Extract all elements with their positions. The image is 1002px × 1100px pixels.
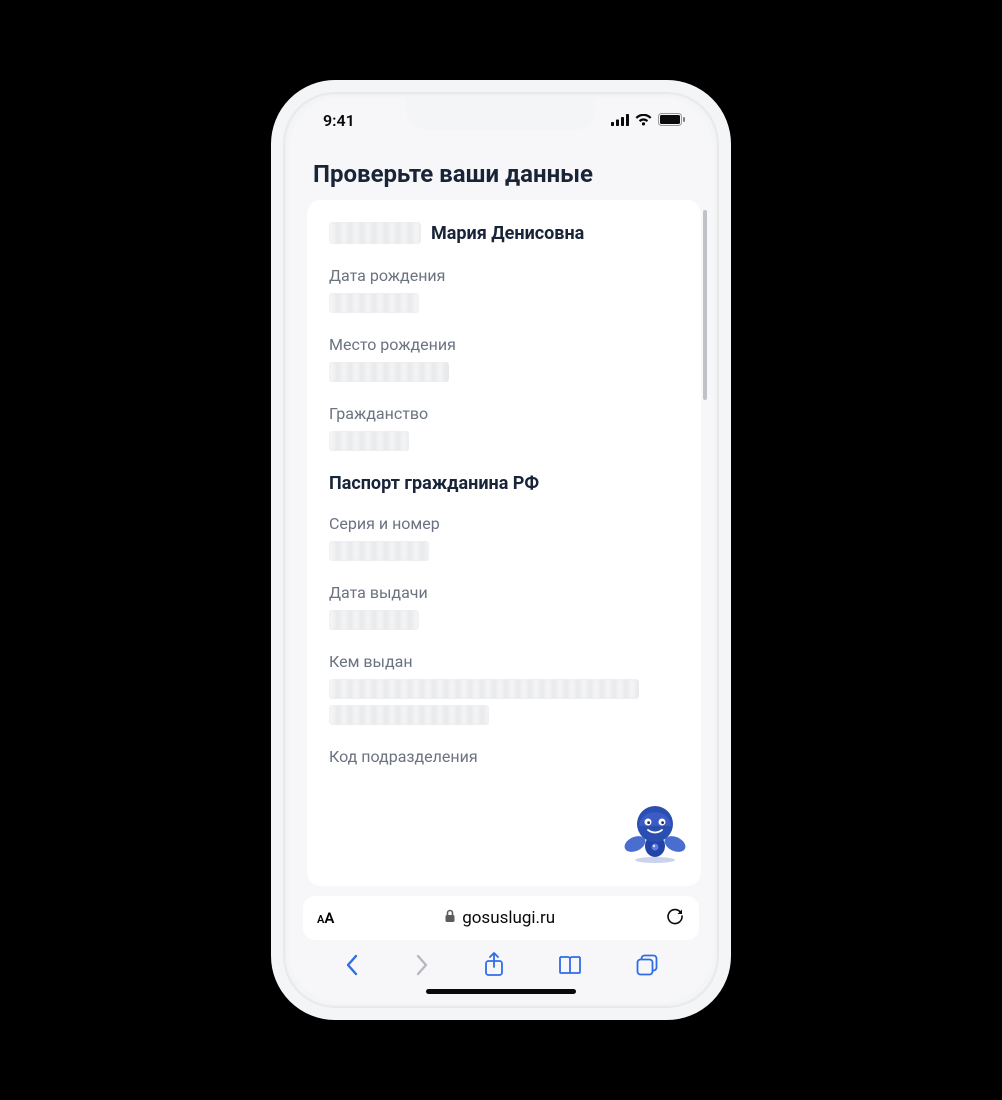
passport-section-title: Паспорт гражданина РФ — [329, 473, 679, 494]
tabs-button[interactable] — [635, 953, 659, 981]
field-label: Место рождения — [329, 335, 679, 354]
phone-frame: 9:41 Проверьте ваши данные Мария Денис — [271, 80, 731, 1020]
field-label: Кем выдан — [329, 652, 679, 671]
field-issue-date: Дата выдачи — [329, 583, 679, 630]
field-pob: Место рождения — [329, 335, 679, 382]
field-dept-code: Код подразделения — [329, 747, 679, 766]
share-button[interactable] — [483, 952, 505, 982]
field-issued-by: Кем выдан — [329, 652, 679, 725]
screen: 9:41 Проверьте ваши данные Мария Денис — [289, 98, 713, 1002]
redacted-surname — [329, 222, 421, 244]
redacted-value — [329, 431, 409, 451]
field-citizenship: Гражданство — [329, 404, 679, 451]
field-dob: Дата рождения — [329, 266, 679, 313]
page-title: Проверьте ваши данные — [289, 142, 713, 200]
browser-toolbar — [303, 940, 699, 994]
status-time: 9:41 — [323, 111, 355, 130]
content-area: Мария Денисовна Дата рождения Место рожд… — [289, 200, 713, 886]
bookmarks-button[interactable] — [557, 954, 583, 980]
cellular-icon — [611, 111, 629, 130]
reload-button[interactable] — [665, 906, 685, 930]
redacted-value — [329, 705, 489, 725]
assistant-robot-button[interactable] — [623, 802, 687, 868]
scrollbar[interactable] — [703, 210, 707, 400]
field-label: Дата выдачи — [329, 583, 679, 602]
forward-button[interactable] — [413, 953, 431, 981]
person-name: Мария Денисовна — [431, 223, 584, 244]
redacted-value — [329, 362, 449, 382]
redacted-value — [329, 679, 639, 699]
redacted-value — [329, 610, 419, 630]
notch — [406, 98, 596, 130]
redacted-value — [329, 293, 419, 313]
lock-icon — [444, 908, 456, 928]
battery-icon — [658, 111, 685, 130]
redacted-value — [329, 541, 429, 561]
field-passport-series: Серия и номер — [329, 514, 679, 561]
field-label: Код подразделения — [329, 747, 679, 766]
address-bar[interactable]: AA gosuslugi.ru — [303, 896, 699, 940]
browser-chrome: AA gosuslugi.ru — [289, 886, 713, 1002]
home-indicator[interactable] — [426, 989, 576, 994]
field-label: Гражданство — [329, 404, 679, 423]
wifi-icon — [635, 111, 652, 130]
field-label: Серия и номер — [329, 514, 679, 533]
back-button[interactable] — [343, 953, 361, 981]
data-card: Мария Денисовна Дата рождения Место рожд… — [307, 200, 701, 886]
person-name-row: Мария Денисовна — [329, 222, 679, 244]
address-domain: gosuslugi.ru — [462, 908, 555, 928]
text-size-button[interactable]: AA — [317, 909, 334, 927]
field-label: Дата рождения — [329, 266, 679, 285]
